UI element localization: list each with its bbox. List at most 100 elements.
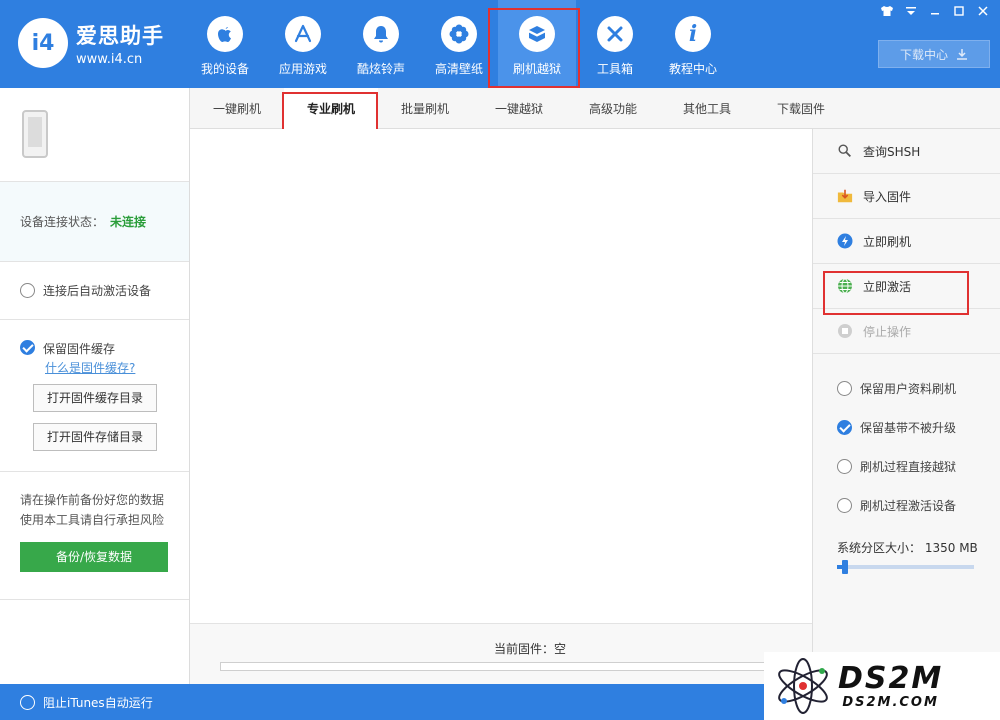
tab-one-click-jailbreak[interactable]: 一键越狱 bbox=[472, 88, 566, 128]
watermark-big-text: DS2M bbox=[838, 660, 944, 696]
option-label: 保留基带不被升级 bbox=[860, 421, 957, 435]
firmware-status-bar: 当前固件：空 bbox=[190, 623, 812, 684]
search-shsh-icon bbox=[837, 143, 853, 159]
box-icon bbox=[519, 16, 555, 52]
tab-other-tools[interactable]: 其他工具 bbox=[660, 88, 754, 128]
warning-line-2: 使用本工具请自行承担风险 bbox=[20, 513, 165, 527]
connection-status: 设备连接状态： 未连接 bbox=[0, 182, 189, 262]
left-sidebar: 设备连接状态： 未连接 连接后自动激活设备 保留固件缓存 什么是固件缓存? 打开… bbox=[0, 88, 190, 684]
option-jailbreak-during-flash[interactable]: 刷机过程直接越狱 bbox=[813, 447, 1000, 486]
option-keep-user-data[interactable]: 保留用户资料刷机 bbox=[813, 369, 1000, 408]
menu-icon[interactable] bbox=[902, 4, 920, 18]
nav-label: 我的设备 bbox=[200, 62, 249, 76]
maximize-icon[interactable] bbox=[950, 4, 968, 18]
option-radio[interactable] bbox=[837, 459, 852, 474]
partition-label: 系统分区大小： bbox=[837, 541, 922, 555]
download-center-label: 下载中心 bbox=[899, 47, 948, 62]
logo: i4 爱思助手 www.i4.cn bbox=[18, 18, 164, 68]
nav-flash-jailbreak[interactable]: 刷机越狱 bbox=[488, 0, 580, 88]
auto-activate-label: 连接后自动激活设备 bbox=[43, 284, 152, 298]
download-icon bbox=[957, 49, 967, 60]
app-window: i4 爱思助手 www.i4.cn 我的设备 应用游戏 酷炫铃声 高清壁纸 刷机… bbox=[0, 0, 1000, 720]
block-itunes-label: 阻止iTunes自动运行 bbox=[43, 695, 153, 710]
auto-activate-radio[interactable] bbox=[20, 283, 35, 298]
import-icon bbox=[837, 188, 853, 204]
nav-toolbox[interactable]: 工具箱 bbox=[576, 0, 654, 88]
header-bar: i4 爱思助手 www.i4.cn 我的设备 应用游戏 酷炫铃声 高清壁纸 刷机… bbox=[0, 0, 1000, 88]
backup-restore-button[interactable]: 备份/恢复数据 bbox=[20, 542, 168, 572]
nav-apps-games[interactable]: 应用游戏 bbox=[264, 0, 342, 88]
option-radio[interactable] bbox=[837, 381, 852, 396]
import-firmware-button[interactable]: 导入固件 bbox=[813, 174, 1000, 219]
watermark: DS2M DS2M.COM bbox=[764, 652, 1000, 720]
auto-activate-option[interactable]: 连接后自动激活设备 bbox=[0, 262, 189, 320]
firmware-list-area: 当前固件：空 bbox=[190, 129, 812, 684]
partition-size-label: 系统分区大小： 1350 MB bbox=[813, 525, 1000, 556]
warning-section: 请在操作前备份好您的数据 使用本工具请自行承担风险 备份/恢复数据 bbox=[0, 472, 189, 600]
tab-pro-flash[interactable]: 专业刷机 bbox=[282, 88, 378, 134]
nav-label: 刷机越狱 bbox=[512, 62, 561, 76]
nav-label: 教程中心 bbox=[668, 62, 717, 76]
atom-logo-icon bbox=[772, 655, 834, 717]
query-shsh-button[interactable]: 查询SHSH bbox=[813, 129, 1000, 174]
firmware-cache-section: 保留固件缓存 什么是固件缓存? 打开固件缓存目录 打开固件存储目录 bbox=[0, 320, 189, 472]
partition-size-slider[interactable] bbox=[837, 560, 974, 574]
apple-icon bbox=[207, 16, 243, 52]
activate-now-button[interactable]: 立即激活 bbox=[813, 264, 1000, 315]
window-controls bbox=[878, 4, 992, 18]
flower-icon bbox=[441, 16, 477, 52]
status-label: 设备连接状态： bbox=[20, 215, 105, 229]
nav-ringtones[interactable]: 酷炫铃声 bbox=[342, 0, 420, 88]
flash-icon bbox=[837, 233, 853, 249]
action-label: 查询SHSH bbox=[863, 144, 921, 159]
block-itunes-radio[interactable] bbox=[20, 694, 35, 710]
flash-options: 保留用户资料刷机 保留基带不被升级 刷机过程直接越狱 刷机过程激活设备 bbox=[813, 354, 1000, 525]
action-label: 立即刷机 bbox=[863, 234, 912, 249]
tab-download-firmware[interactable]: 下载固件 bbox=[754, 88, 848, 128]
app-store-icon bbox=[285, 16, 321, 52]
watermark-small-text: DS2M.COM bbox=[842, 694, 939, 710]
open-cache-dir-button[interactable]: 打开固件缓存目录 bbox=[33, 384, 157, 412]
what-is-cache-link[interactable]: 什么是固件缓存? bbox=[45, 359, 189, 376]
globe-icon bbox=[837, 278, 853, 294]
flash-now-button[interactable]: 立即刷机 bbox=[813, 219, 1000, 264]
option-label: 刷机过程直接越狱 bbox=[860, 460, 957, 474]
status-value: 未连接 bbox=[110, 215, 147, 229]
option-radio[interactable] bbox=[837, 498, 852, 513]
flash-progress-bar bbox=[220, 662, 780, 671]
nav-tutorials[interactable]: i 教程中心 bbox=[654, 0, 732, 88]
keep-cache-label: 保留固件缓存 bbox=[43, 342, 116, 356]
option-label: 保留用户资料刷机 bbox=[860, 382, 957, 396]
action-label: 导入固件 bbox=[863, 189, 912, 204]
keep-cache-checkbox[interactable] bbox=[20, 340, 35, 355]
option-keep-baseband[interactable]: 保留基带不被升级 bbox=[813, 408, 1000, 447]
option-activate-during-flash[interactable]: 刷机过程激活设备 bbox=[813, 486, 1000, 525]
stop-operation-button[interactable]: 停止操作 bbox=[813, 309, 1000, 354]
open-storage-dir-button[interactable]: 打开固件存储目录 bbox=[33, 423, 157, 451]
slider-handle[interactable] bbox=[842, 560, 849, 574]
tab-batch-flash[interactable]: 批量刷机 bbox=[378, 88, 472, 128]
logo-url: www.i4.cn bbox=[76, 51, 143, 67]
nav-label: 高清壁纸 bbox=[434, 62, 483, 76]
tab-one-click-flash[interactable]: 一键刷机 bbox=[190, 88, 284, 128]
action-label: 立即激活 bbox=[863, 279, 912, 294]
nav-wallpapers[interactable]: 高清壁纸 bbox=[420, 0, 498, 88]
tab-advanced[interactable]: 高级功能 bbox=[566, 88, 660, 128]
right-action-panel: 查询SHSH 导入固件 立即刷机 立即激活 停止操作 保留用户资料刷机 保留基带… bbox=[812, 129, 1000, 684]
minimize-icon[interactable] bbox=[926, 4, 944, 18]
device-preview bbox=[0, 88, 189, 182]
logo-name: 爱思助手 bbox=[76, 23, 164, 48]
phone-icon bbox=[22, 110, 48, 158]
nav-my-device[interactable]: 我的设备 bbox=[186, 0, 264, 88]
i4-logo-icon: i4 bbox=[18, 18, 68, 68]
partition-value: 1350 MB bbox=[924, 541, 978, 555]
skin-icon[interactable] bbox=[878, 4, 896, 18]
download-center-button[interactable]: 下载中心 bbox=[878, 40, 990, 68]
info-icon: i bbox=[675, 16, 711, 52]
warning-line-1: 请在操作前备份好您的数据 bbox=[20, 493, 165, 507]
close-icon[interactable] bbox=[974, 4, 992, 18]
stop-icon bbox=[837, 323, 853, 339]
tools-icon bbox=[597, 16, 633, 52]
option-radio[interactable] bbox=[837, 420, 852, 435]
bell-icon bbox=[363, 16, 399, 52]
